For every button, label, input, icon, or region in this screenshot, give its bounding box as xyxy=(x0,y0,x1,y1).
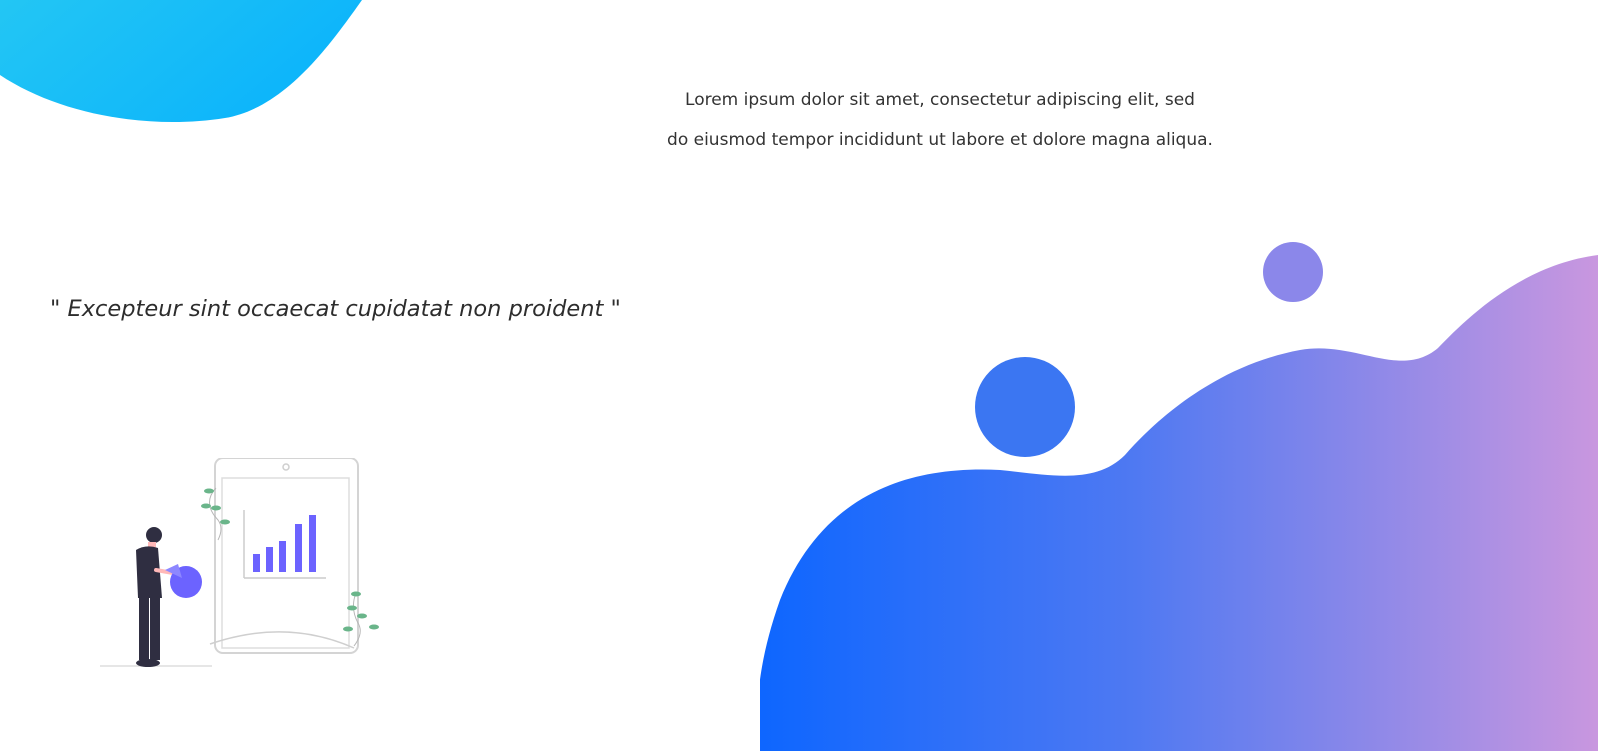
intro-line-1: Lorem ipsum dolor sit amet, consectetur … xyxy=(685,90,1195,110)
top-left-decorative-blob xyxy=(0,0,362,123)
small-decorative-circle xyxy=(1263,242,1323,302)
intro-line-2: do eiusmod tempor incididunt ut labore e… xyxy=(667,130,1213,150)
bottom-right-gradient-blob xyxy=(760,242,1598,751)
person-presenting-chart-icon xyxy=(100,458,379,667)
quote-text: " Excepteur sint occaecat cupidatat non … xyxy=(50,296,621,322)
large-decorative-circle xyxy=(975,357,1075,457)
intro-text: Lorem ipsum dolor sit amet, consectetur … xyxy=(560,80,1320,160)
